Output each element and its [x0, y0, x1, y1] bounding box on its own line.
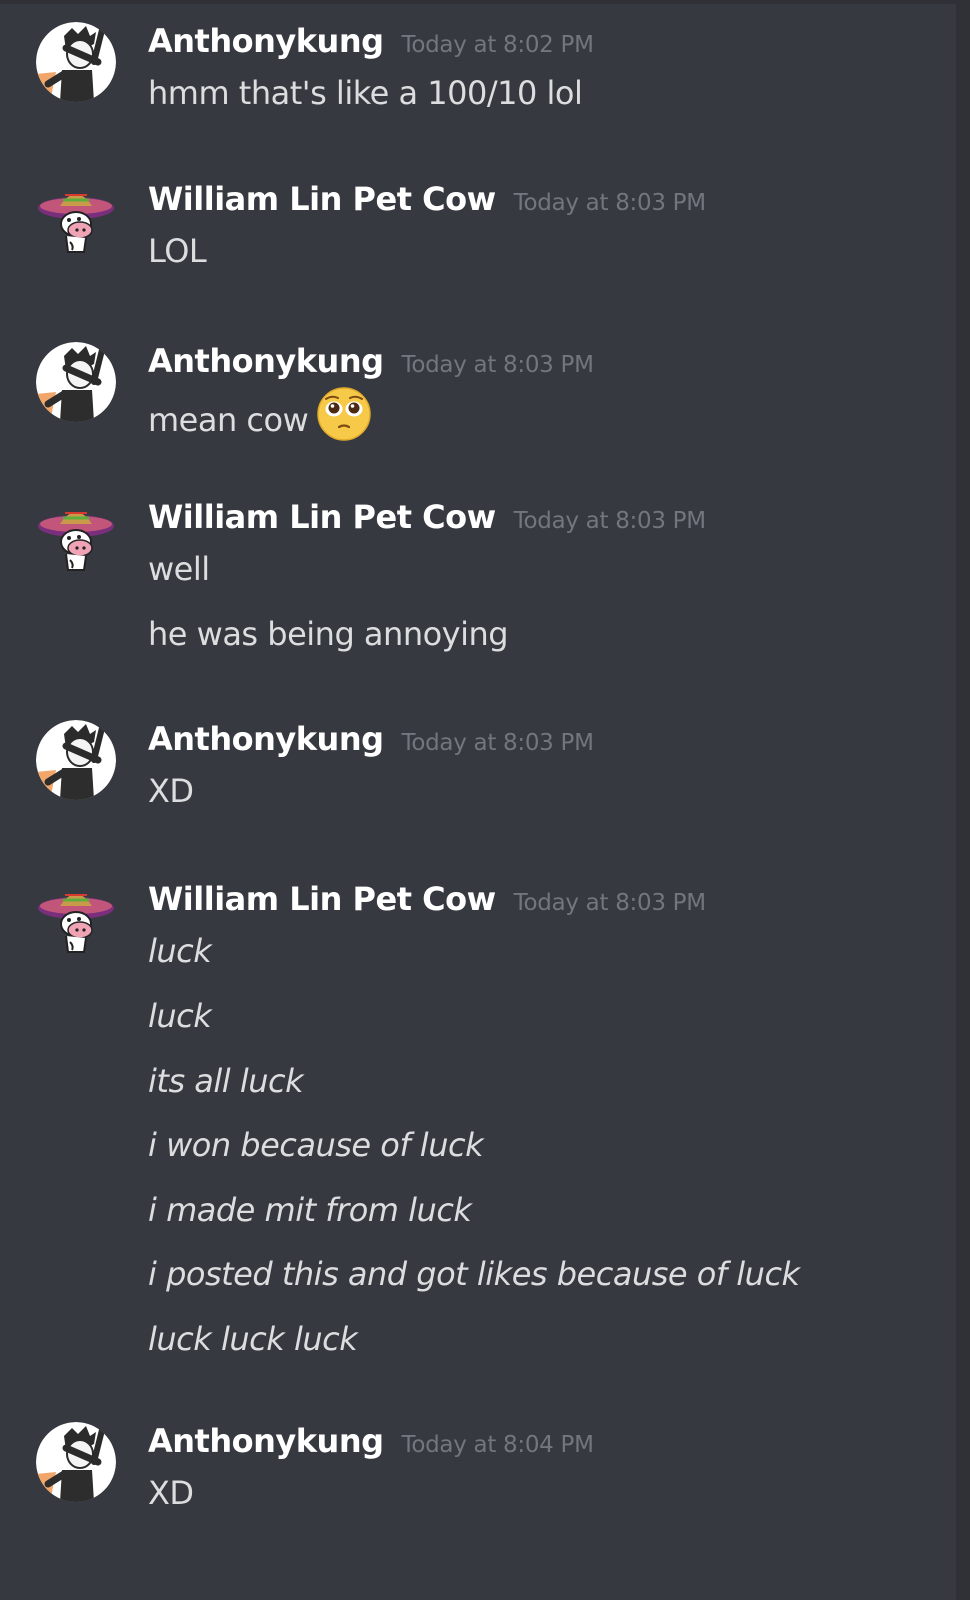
- avatar-dabbing-boy-icon[interactable]: [36, 342, 116, 422]
- message-text: its all luck: [148, 1062, 304, 1100]
- pleading-face-emoji-icon: [316, 386, 372, 450]
- avatar-sombrero-cow-icon[interactable]: [36, 498, 116, 578]
- message-text: i won because of luck: [148, 1126, 484, 1164]
- message-header: Anthonykung Today at 8:03 PM: [148, 342, 594, 388]
- message-timestamp[interactable]: Today at 8:03 PM: [402, 730, 594, 756]
- message-text: XD: [148, 1474, 194, 1512]
- author-name[interactable]: Anthonykung: [148, 22, 384, 60]
- author-name[interactable]: William Lin Pet Cow: [148, 880, 496, 918]
- message-text: he was being annoying: [148, 615, 509, 653]
- message-timestamp[interactable]: Today at 8:03 PM: [402, 352, 594, 378]
- message-text: LOL: [148, 232, 207, 270]
- message-timestamp[interactable]: Today at 8:02 PM: [402, 32, 594, 58]
- author-name[interactable]: William Lin Pet Cow: [148, 498, 496, 536]
- message-text-row: mean cow: [148, 387, 372, 450]
- message-header: Anthonykung Today at 8:03 PM: [148, 720, 594, 766]
- message-text: mean cow: [148, 401, 309, 439]
- author-name[interactable]: William Lin Pet Cow: [148, 180, 496, 218]
- message-text: i posted this and got likes because of l…: [148, 1255, 800, 1293]
- avatar-dabbing-boy-icon[interactable]: [36, 720, 116, 800]
- avatar-sombrero-cow-icon[interactable]: [36, 880, 116, 960]
- message-header: William Lin Pet Cow Today at 8:03 PM: [148, 498, 706, 544]
- message-text: well: [148, 550, 210, 588]
- message-text: luck: [148, 932, 212, 970]
- message-text: luck luck luck: [148, 1320, 358, 1358]
- author-name[interactable]: Anthonykung: [148, 720, 384, 758]
- message-header: William Lin Pet Cow Today at 8:03 PM: [148, 880, 706, 926]
- author-name[interactable]: Anthonykung: [148, 342, 384, 380]
- message-timestamp[interactable]: Today at 8:03 PM: [514, 190, 706, 216]
- top-divider: [0, 0, 970, 4]
- scrollbar-track[interactable]: [956, 0, 970, 1600]
- message-timestamp[interactable]: Today at 8:04 PM: [402, 1432, 594, 1458]
- message-text: XD: [148, 772, 194, 810]
- message-header: Anthonykung Today at 8:04 PM: [148, 1422, 594, 1468]
- message-timestamp[interactable]: Today at 8:03 PM: [514, 508, 706, 534]
- avatar-dabbing-boy-icon[interactable]: [36, 22, 116, 102]
- message-text: hmm that's like a 100/10 lol: [148, 74, 583, 112]
- message-header: William Lin Pet Cow Today at 8:03 PM: [148, 180, 706, 226]
- message-header: Anthonykung Today at 8:02 PM: [148, 22, 594, 68]
- avatar-sombrero-cow-icon[interactable]: [36, 180, 116, 260]
- avatar-dabbing-boy-icon[interactable]: [36, 1422, 116, 1502]
- message-text: i made mit from luck: [148, 1191, 472, 1229]
- author-name[interactable]: Anthonykung: [148, 1422, 384, 1460]
- message-text: luck: [148, 997, 212, 1035]
- message-timestamp[interactable]: Today at 8:03 PM: [514, 890, 706, 916]
